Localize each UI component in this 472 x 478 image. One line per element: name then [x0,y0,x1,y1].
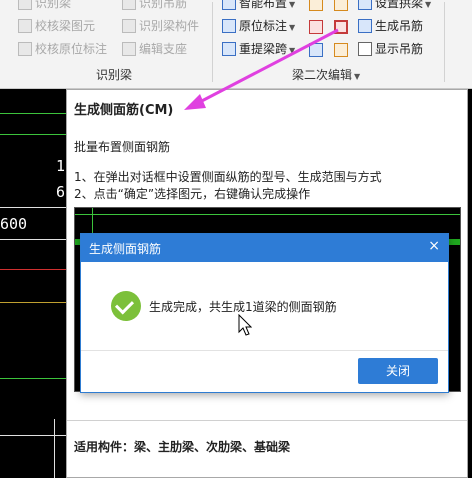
annotation-arrow-head [184,94,206,110]
annotation-arrow [184,28,339,110]
annotation-arrow-line [195,28,339,106]
mouse-cursor-icon [238,314,252,336]
